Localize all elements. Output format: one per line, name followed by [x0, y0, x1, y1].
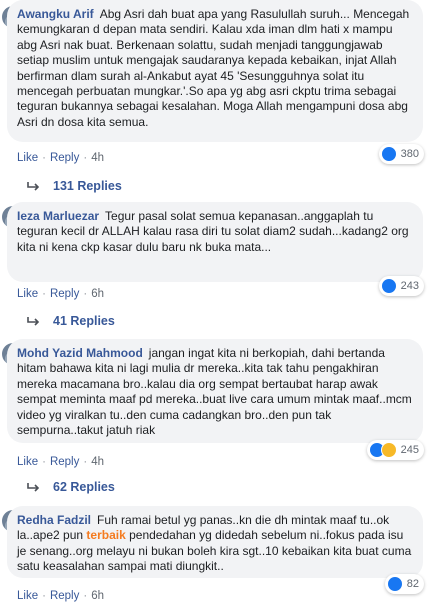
reply-link[interactable]: Reply	[50, 456, 79, 468]
reaction-summary[interactable]: 245	[366, 440, 424, 460]
view-replies-link[interactable]: 41 Replies	[27, 314, 115, 328]
separator: ·	[83, 288, 88, 300]
comment-actions: Like · Reply · 4h	[17, 152, 104, 164]
comment-bubble: Mohd Yazid Mahmood jangan ingat kita ni b…	[7, 339, 423, 443]
separator: ·	[42, 590, 46, 602]
comment-author[interactable]: Ieza Marluezar	[17, 209, 99, 223]
separator: ·	[83, 456, 88, 468]
comment-bubble: Redha Fadzil Fuh ramai betul yg panas..kn…	[7, 506, 423, 578]
reaction-summary[interactable]: 380	[378, 144, 424, 164]
haha-icon	[380, 442, 397, 458]
reaction-summary[interactable]: 243	[378, 276, 424, 296]
reaction-count: 380	[400, 148, 419, 160]
like-link[interactable]: Like	[17, 152, 38, 164]
comment-actions: Like · Reply · 4h	[17, 456, 104, 468]
reaction-count: 82	[406, 578, 419, 590]
highlighted-word: terbaik	[86, 528, 126, 543]
like-link[interactable]: Like	[17, 456, 38, 468]
comment-author[interactable]: Mohd Yazid Mahmood	[17, 346, 143, 360]
separator: ·	[83, 152, 88, 164]
like-link[interactable]: Like	[17, 288, 38, 300]
view-replies-link[interactable]: 62 Replies	[27, 480, 115, 494]
like-icon	[380, 146, 397, 162]
view-replies-link[interactable]: 131 Replies	[27, 179, 122, 193]
comment-bubble: Ieza Marluezar Tegur pasal solat semua ke…	[7, 202, 423, 282]
timestamp[interactable]: 4h	[91, 456, 104, 468]
comment-bubble: Awangku Arif Abg Asri dah buat apa yang R…	[7, 0, 423, 142]
separator: ·	[83, 590, 88, 602]
comment-actions: Like · Reply · 6h	[17, 288, 104, 300]
reply-arrow-icon	[27, 317, 40, 326]
separator: ·	[42, 456, 46, 468]
separator: ·	[42, 152, 46, 164]
like-icon	[386, 576, 403, 592]
like-icon	[380, 278, 397, 294]
reaction-count: 245	[400, 444, 419, 456]
comment-author[interactable]: Awangku Arif	[17, 7, 94, 21]
like-link[interactable]: Like	[17, 590, 38, 602]
separator: ·	[42, 288, 46, 300]
reaction-summary[interactable]: 82	[384, 574, 424, 594]
reaction-count: 243	[400, 280, 419, 292]
replies-count: 131 Replies	[53, 179, 122, 193]
reply-link[interactable]: Reply	[50, 152, 79, 164]
reply-arrow-icon	[27, 182, 40, 191]
timestamp[interactable]: 4h	[91, 152, 104, 164]
comment-author[interactable]: Redha Fadzil	[17, 513, 91, 527]
reply-link[interactable]: Reply	[50, 590, 79, 602]
timestamp[interactable]: 6h	[91, 288, 104, 300]
replies-count: 62 Replies	[53, 480, 115, 494]
replies-count: 41 Replies	[53, 314, 115, 328]
reply-link[interactable]: Reply	[50, 288, 79, 300]
reply-arrow-icon	[27, 483, 40, 492]
comment-text: Abg Asri dah buat apa yang Rasulullah su…	[17, 7, 410, 129]
comment-actions: Like · Reply · 6h	[17, 590, 104, 602]
timestamp[interactable]: 6h	[91, 590, 104, 602]
